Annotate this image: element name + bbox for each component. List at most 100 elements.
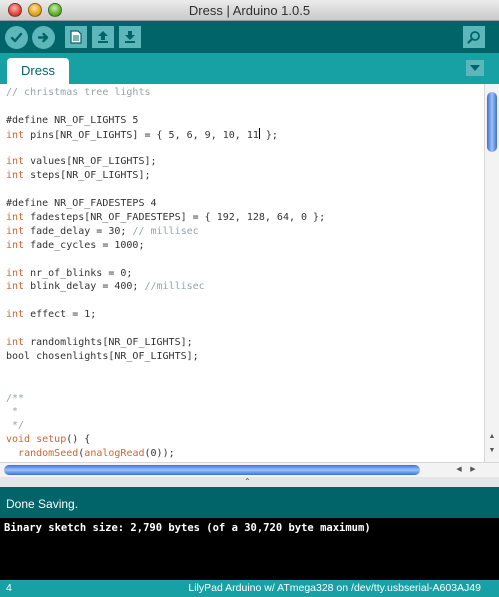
scroll-down-button[interactable]: ▼ (487, 446, 497, 456)
code-token: */ (6, 420, 25, 432)
code-line[interactable]: // christmas tree lights (6, 86, 325, 100)
serial-monitor-button[interactable] (463, 26, 485, 48)
tab-menu-button[interactable] (466, 60, 484, 76)
code-line[interactable] (6, 183, 325, 197)
code-line[interactable] (6, 142, 325, 156)
console-output: Binary sketch size: 2,790 bytes (of a 30… (0, 518, 499, 580)
code-token: int (6, 156, 25, 168)
tab-dress[interactable]: Dress (7, 58, 69, 85)
code-line[interactable]: int fadesteps[NR_OF_FADESTEPS] = { 192, … (6, 211, 325, 225)
code-token: * (6, 406, 19, 418)
code-line[interactable]: bool chosenlights[NR_OF_LIGHTS]; (6, 350, 325, 364)
window-title: Dress | Arduino 1.0.5 (188, 3, 311, 18)
code-token: int (6, 267, 25, 279)
code-line[interactable] (6, 364, 325, 378)
open-button[interactable] (92, 26, 114, 48)
code-token: effect = 1; (24, 309, 97, 321)
code-token: void (6, 434, 31, 446)
scroll-right-button[interactable]: ▶ (468, 465, 478, 475)
checkmark-icon (10, 32, 23, 43)
line-number: 4 (6, 582, 12, 594)
board-info: LilyPad Arduino w/ ATmega328 on /dev/tty… (188, 582, 481, 594)
code-token: #define NR_OF_LIGHTS 5 (6, 114, 139, 126)
code-token: steps[NR_OF_LIGHTS]; (24, 170, 151, 182)
code-token: analogRead (84, 448, 145, 460)
code-token: int (6, 170, 25, 182)
scroll-up-button[interactable]: ▲ (487, 432, 497, 442)
code-token: }; (259, 129, 278, 141)
code-token: nr_of_blinks = 0; (24, 267, 133, 279)
status-message: Done Saving. (6, 497, 79, 511)
scroll-left-button[interactable]: ◀ (454, 465, 464, 475)
code-token: int (6, 309, 25, 321)
code-line[interactable]: int effect = 1; (6, 308, 325, 322)
code-token: /** (6, 392, 25, 404)
code-line[interactable]: */ (6, 419, 325, 433)
code-text[interactable]: // christmas tree lights #define NR_OF_LI… (6, 86, 325, 461)
code-token: int (6, 212, 25, 224)
code-token: blink_delay = 400; (24, 281, 145, 293)
code-line[interactable]: * (6, 405, 325, 419)
code-line[interactable]: void setup() { (6, 433, 325, 447)
code-token: fade_cycles = 1000; (24, 239, 145, 251)
title-bar: Dress | Arduino 1.0.5 (0, 0, 499, 21)
code-line[interactable]: int steps[NR_OF_LIGHTS]; (6, 169, 325, 183)
code-token: // christmas tree lights (6, 87, 151, 98)
code-token: // millisec (132, 225, 199, 237)
code-token: (0)); (144, 448, 175, 460)
code-token: //millisec (144, 281, 205, 293)
code-token: fadesteps[NR_OF_FADESTEPS] = { 192, 128,… (24, 212, 326, 224)
code-line[interactable]: int randomlights[NR_OF_LIGHTS]; (6, 336, 325, 350)
code-token: int (6, 281, 25, 293)
new-sketch-button[interactable] (65, 26, 87, 48)
magnifier-icon (467, 31, 480, 44)
code-token: bool chosenlights[NR_OF_LIGHTS]; (6, 350, 199, 362)
code-line[interactable] (6, 100, 325, 114)
code-line[interactable]: int blink_delay = 400; //millisec (6, 280, 325, 294)
pane-divider[interactable]: ⌃ (0, 477, 499, 487)
code-line[interactable]: #define NR_OF_FADESTEPS 4 (6, 197, 325, 211)
down-arrow-icon (125, 31, 135, 43)
code-token: values[NR_OF_LIGHTS]; (24, 156, 157, 168)
horizontal-scrollbar[interactable]: ◀ ▶ (0, 462, 499, 477)
status-bar: Done Saving. (0, 487, 499, 518)
toolbar (0, 21, 499, 53)
up-arrow-icon (98, 31, 108, 43)
right-arrow-icon (37, 32, 49, 43)
code-line[interactable] (6, 294, 325, 308)
code-line[interactable] (6, 253, 325, 267)
code-line[interactable]: int fade_cycles = 1000; (6, 239, 325, 253)
code-line[interactable]: /** (6, 392, 325, 406)
code-token: () { (66, 434, 91, 446)
code-line[interactable] (6, 378, 325, 392)
verify-button[interactable] (5, 26, 28, 49)
triangle-down-icon (470, 64, 480, 71)
code-token: int (6, 239, 25, 251)
code-line[interactable]: #define NR_OF_LIGHTS 5 (6, 114, 325, 128)
code-line[interactable]: int fade_delay = 30; // millisec (6, 225, 325, 239)
code-token: randomlights[NR_OF_LIGHTS]; (24, 337, 193, 349)
code-line[interactable]: int pins[NR_OF_LIGHTS] = { 5, 6, 9, 10, … (6, 127, 325, 142)
tab-strip: Dress (0, 53, 499, 85)
code-token: pins[NR_OF_LIGHTS] = { 5, 6, 9, 10, 11 (24, 129, 259, 141)
vertical-scroll-thumb[interactable] (487, 92, 497, 152)
code-token: #define NR_OF_FADESTEPS 4 (6, 198, 157, 210)
code-token: int (6, 225, 25, 237)
code-token: randomSeed (18, 448, 79, 460)
vertical-scrollbar[interactable]: ▲ ▼ (484, 84, 499, 462)
code-line[interactable] (6, 322, 325, 336)
footer-bar: 4 LilyPad Arduino w/ ATmega328 on /dev/t… (0, 580, 499, 597)
code-token: int (6, 129, 25, 141)
upload-button[interactable] (32, 26, 55, 49)
code-token: fade_delay = 30; (24, 225, 133, 237)
code-line[interactable]: randomSeed(analogRead(0)); (6, 447, 325, 461)
divider-grip-icon[interactable]: ⌃ (244, 477, 251, 486)
save-button[interactable] (119, 26, 141, 48)
code-editor[interactable]: // christmas tree lights #define NR_OF_LI… (0, 84, 484, 462)
horizontal-scroll-thumb[interactable] (4, 465, 420, 475)
code-token: int (6, 337, 25, 349)
code-line[interactable]: int values[NR_OF_LIGHTS]; (6, 155, 325, 169)
code-line[interactable]: int nr_of_blinks = 0; (6, 267, 325, 281)
code-token: setup (36, 434, 67, 446)
console-line: Binary sketch size: 2,790 bytes (of a 30… (4, 522, 371, 534)
